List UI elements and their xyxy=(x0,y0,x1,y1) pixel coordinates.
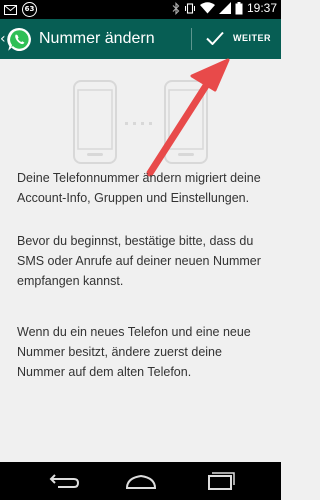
status-bar-right: 19:37 xyxy=(172,1,277,15)
action-bar-divider xyxy=(191,28,192,50)
phone-migration-illustration xyxy=(73,80,208,164)
action-bar: ‹ Nummer ändern WEITER xyxy=(0,19,281,59)
new-phone-icon xyxy=(164,80,208,164)
clock: 19:37 xyxy=(246,1,277,15)
whatsapp-logo-icon[interactable] xyxy=(6,26,33,53)
description-paragraph-2: Bevor du beginnst, bestätige bitte, dass… xyxy=(17,234,261,288)
next-button[interactable]: WEITER xyxy=(198,19,281,59)
vibrate-icon xyxy=(184,2,195,14)
checkmark-icon xyxy=(206,31,224,45)
wifi-icon xyxy=(199,2,215,14)
status-bar: 63 19:37 xyxy=(0,0,281,19)
status-bar-left: 63 xyxy=(4,2,37,17)
signal-icon xyxy=(218,2,231,14)
back-icon[interactable] xyxy=(44,470,84,492)
old-phone-icon xyxy=(73,80,117,164)
navigation-bar xyxy=(0,462,281,500)
mail-icon xyxy=(4,4,17,15)
description-paragraph-1: Deine Telefonnummer ändern migriert dein… xyxy=(17,171,261,205)
description-paragraph-3: Wenn du ein neues Telefon und eine neue … xyxy=(17,325,251,379)
home-icon[interactable] xyxy=(121,470,161,492)
page-title: Nummer ändern xyxy=(39,30,155,47)
notification-count-badge: 63 xyxy=(22,2,37,17)
transfer-dots xyxy=(125,122,152,125)
recent-apps-icon[interactable] xyxy=(199,470,239,492)
battery-icon xyxy=(235,1,243,14)
bluetooth-icon xyxy=(172,1,180,15)
next-button-label: WEITER xyxy=(233,33,271,43)
